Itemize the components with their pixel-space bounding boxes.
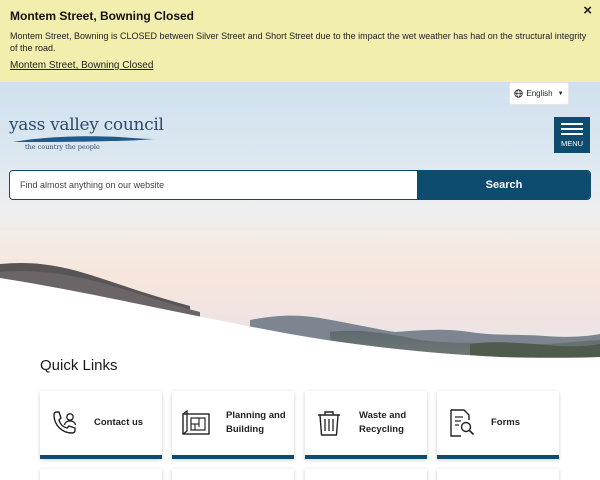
language-label: English bbox=[526, 89, 553, 98]
hamburger-icon bbox=[561, 123, 583, 125]
quick-link-label: Forms bbox=[491, 417, 521, 428]
quick-link-waste-recycling[interactable]: Waste and Recycling bbox=[305, 391, 427, 459]
search-input[interactable] bbox=[10, 171, 417, 199]
council-logo[interactable]: yass valley council the country the peop… bbox=[9, 115, 164, 155]
alert-link[interactable]: Montem Street, Bowning Closed bbox=[10, 60, 153, 71]
menu-label: MENU bbox=[560, 139, 584, 148]
logo-tagline: the country the people bbox=[25, 143, 100, 151]
alert-body: Montem Street, Bowning is CLOSED between… bbox=[10, 31, 587, 53]
quick-link-planning-building[interactable]: Planning and Building bbox=[172, 391, 294, 459]
close-icon[interactable]: × bbox=[583, 3, 592, 18]
quick-link-label: Contact us bbox=[94, 417, 144, 428]
bin-icon bbox=[318, 411, 340, 436]
menu-button[interactable]: MENU bbox=[554, 117, 590, 153]
quick-link-contact-us[interactable]: Contact us bbox=[40, 391, 162, 459]
quick-link-card-partial[interactable] bbox=[172, 469, 294, 480]
quick-links-heading: Quick Links bbox=[40, 357, 118, 374]
alert-title: Montem Street, Bowning Closed bbox=[10, 9, 195, 23]
quick-link-card-partial[interactable] bbox=[40, 469, 162, 480]
quick-link-card-partial[interactable] bbox=[305, 469, 427, 480]
search-bar: Search bbox=[9, 170, 591, 200]
language-selector[interactable]: English ▼ bbox=[510, 83, 568, 104]
search-button[interactable]: Search bbox=[417, 171, 590, 199]
logo-name: yass valley council bbox=[9, 115, 164, 135]
quick-link-label: Waste and Recycling bbox=[359, 410, 407, 435]
blueprint-icon bbox=[182, 409, 210, 435]
phone-contact-icon bbox=[53, 411, 77, 434]
caret-down-icon: ▼ bbox=[557, 90, 564, 97]
globe-icon bbox=[514, 89, 524, 98]
quick-link-label: Planning and Building bbox=[226, 410, 286, 435]
document-search-icon bbox=[450, 409, 475, 437]
alert-banner: Montem Street, Bowning Closed Montem Str… bbox=[0, 0, 600, 82]
quick-link-card-partial[interactable] bbox=[437, 469, 559, 480]
quick-link-forms[interactable]: Forms bbox=[437, 391, 559, 459]
